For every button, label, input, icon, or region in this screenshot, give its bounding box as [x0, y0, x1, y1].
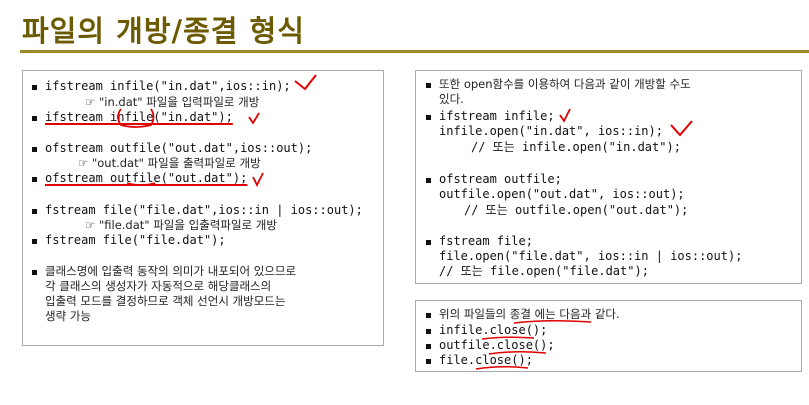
left-content-box: ifstream infile("in.dat",ios::in); ☞ "in…: [22, 70, 384, 346]
handwritten-annotations: [559, 108, 693, 137]
handwritten-annotations: [475, 319, 592, 370]
right-bottom-content-box: 위의 파일들의 종결 에는 다음과 같다. infile.close(); ou…: [415, 300, 802, 372]
page-title: 파일의 개방/종결 형식: [22, 14, 305, 48]
title-underline: [20, 50, 809, 53]
right-top-content-box: 또한 open함수를 이용하여 다음과 같이 개방할 수도 있다. ifstre…: [415, 70, 802, 284]
handwritten-annotations: [117, 74, 317, 188]
